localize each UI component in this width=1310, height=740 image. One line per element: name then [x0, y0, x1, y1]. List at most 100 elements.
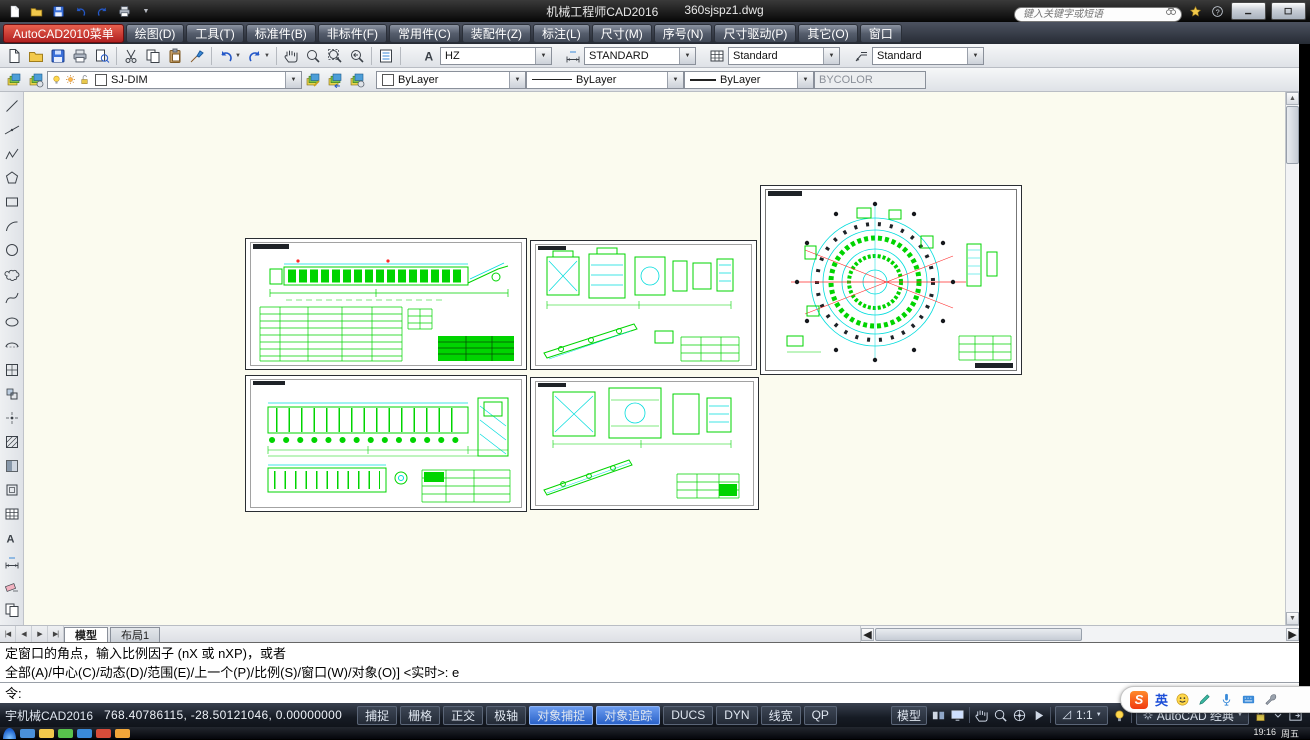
search-input[interactable]	[1014, 7, 1182, 22]
layer-combo[interactable]: SJ-DIM ▼	[47, 71, 302, 89]
palette-point[interactable]	[0, 406, 23, 429]
layer-unlock-icon[interactable]	[79, 74, 90, 85]
palette-polyline[interactable]	[0, 142, 23, 165]
restore-button[interactable]	[1271, 2, 1306, 20]
palette-insert-block[interactable]	[0, 358, 23, 381]
status-toggle-ortho[interactable]: 正交	[443, 706, 483, 725]
palette-erase[interactable]	[0, 574, 23, 597]
layer-on-bulb-icon[interactable]	[51, 74, 62, 85]
palette-revision-cloud[interactable]	[0, 262, 23, 285]
menu-item-dimension[interactable]: 尺寸(M)	[592, 24, 652, 43]
palette-dimension[interactable]	[0, 550, 23, 573]
combo-arrow-icon[interactable]: ▼	[679, 48, 695, 64]
smiley-icon[interactable]	[1175, 692, 1190, 707]
cad-drawing-assembly-plan[interactable]	[245, 238, 527, 370]
tab-prev-button[interactable]: ◀	[16, 626, 32, 642]
linetype-combo[interactable]: ByLayer ▼	[526, 71, 684, 89]
zoom-window-button[interactable]	[324, 45, 346, 67]
make-object-layer-current-button[interactable]	[302, 69, 324, 91]
zoom-icon[interactable]	[993, 708, 1008, 723]
cad-drawing-elevation[interactable]	[245, 375, 527, 512]
taskbar-clock[interactable]: 19:16 周五	[1253, 727, 1307, 740]
combo-arrow-icon[interactable]: ▼	[967, 48, 983, 64]
palette-region[interactable]	[0, 478, 23, 501]
menu-item-others[interactable]: 其它(O)	[798, 24, 857, 43]
copy-button[interactable]	[142, 45, 164, 67]
zoom-realtime-button[interactable]	[302, 45, 324, 67]
undo-button[interactable]	[70, 1, 90, 21]
tab-first-button[interactable]: |◀	[0, 626, 16, 642]
menu-item-dimension-drive[interactable]: 尺寸驱动(P)	[714, 24, 796, 43]
menu-item-draw[interactable]: 绘图(D)	[126, 24, 185, 43]
start-button[interactable]	[3, 728, 16, 739]
lineweight-combo[interactable]: ByLayer ▼	[684, 71, 814, 89]
palette-multiline-text[interactable]	[0, 526, 23, 549]
horizontal-scrollbar-thumb[interactable]	[875, 628, 1082, 641]
palette-rectangle[interactable]	[0, 190, 23, 213]
tab-layout1[interactable]: 布局1	[110, 627, 160, 642]
pan-button[interactable]	[280, 45, 302, 67]
cad-drawing-detail-sheet-b[interactable]	[530, 377, 759, 510]
status-toggle-dyn[interactable]: DYN	[716, 706, 757, 725]
status-toggle-otrack[interactable]: 对象追踪	[596, 706, 660, 725]
cut-button[interactable]	[120, 45, 142, 67]
menu-item-serial-number[interactable]: 序号(N)	[654, 24, 713, 43]
pan-icon[interactable]	[974, 708, 989, 723]
menu-autocad2010[interactable]: AutoCAD2010菜单	[3, 24, 124, 43]
sogou-logo[interactable]: S	[1130, 691, 1148, 709]
cad-drawing-detail-sheet-a[interactable]	[530, 240, 757, 370]
status-toggle-lineweight[interactable]: 线宽	[761, 706, 801, 725]
plot-preview-button[interactable]	[91, 45, 113, 67]
help-search-box[interactable]	[1014, 4, 1182, 19]
scroll-right-icon[interactable]: ▶	[1286, 628, 1299, 641]
pen-icon[interactable]	[1197, 692, 1212, 707]
vertical-scrollbar[interactable]: ▲ ▼	[1285, 92, 1299, 625]
palette-table[interactable]	[0, 502, 23, 525]
palette-gradient[interactable]	[0, 454, 23, 477]
menu-item-nonstandard-parts[interactable]: 非标件(F)	[318, 24, 387, 43]
steering-wheel-icon[interactable]	[1012, 708, 1027, 723]
menu-item-window[interactable]: 窗口	[860, 24, 902, 43]
wrench-icon[interactable]	[1263, 692, 1278, 707]
star-icon[interactable]	[1187, 3, 1204, 20]
showmotion-icon[interactable]	[1031, 708, 1046, 723]
match-properties-button[interactable]	[186, 45, 208, 67]
open-button[interactable]	[26, 1, 46, 21]
combo-arrow-icon[interactable]: ▼	[285, 72, 301, 88]
quickview-layouts-icon[interactable]	[931, 708, 946, 723]
menu-item-common-parts[interactable]: 常用件(C)	[389, 24, 460, 43]
palette-ellipse-arc[interactable]	[0, 334, 23, 357]
palette-polygon[interactable]	[0, 166, 23, 189]
redo-button[interactable]	[92, 1, 112, 21]
scroll-down-icon[interactable]: ▼	[1286, 612, 1299, 625]
command-prompt-input[interactable]: 令:	[0, 683, 1299, 704]
ime-language-toggle[interactable]: 英	[1155, 690, 1168, 709]
palette-create-block[interactable]	[0, 382, 23, 405]
app-icon[interactable]	[4, 1, 24, 21]
menu-item-standard-parts[interactable]: 标准件(B)	[246, 24, 316, 43]
palette-ellipse[interactable]	[0, 310, 23, 333]
quickview-drawings-icon[interactable]	[950, 708, 965, 723]
taskbar-app-icon[interactable]	[115, 729, 130, 738]
tab-next-button[interactable]: ▶	[32, 626, 48, 642]
layer-freeze-sun-icon[interactable]	[65, 74, 76, 85]
layer-properties-button[interactable]	[3, 69, 25, 91]
status-toggle-osnap[interactable]: 对象捕捉	[529, 706, 593, 725]
tab-last-button[interactable]: ▶|	[48, 626, 64, 642]
taskbar-app-icon[interactable]	[39, 729, 54, 738]
combo-arrow-icon[interactable]: ▼	[535, 48, 551, 64]
layer-states-button[interactable]	[25, 69, 47, 91]
status-toggle-grid[interactable]: 栅格	[400, 706, 440, 725]
minimize-button[interactable]	[1231, 2, 1266, 20]
combo-arrow-icon[interactable]: ▼	[797, 72, 813, 88]
menu-item-assembly-parts[interactable]: 装配件(Z)	[462, 24, 531, 43]
multileader-style-combo[interactable]: Standard ▼	[872, 47, 984, 65]
save-button[interactable]	[48, 1, 68, 21]
status-toggle-polar[interactable]: 极轴	[486, 706, 526, 725]
mic-icon[interactable]	[1219, 692, 1234, 707]
palette-construction-line[interactable]	[0, 118, 23, 141]
scroll-up-icon[interactable]: ▲	[1286, 92, 1299, 105]
model-space-canvas[interactable]	[24, 92, 1285, 625]
paste-button[interactable]	[164, 45, 186, 67]
undo-dropdown-button[interactable]: ▼	[215, 45, 244, 67]
